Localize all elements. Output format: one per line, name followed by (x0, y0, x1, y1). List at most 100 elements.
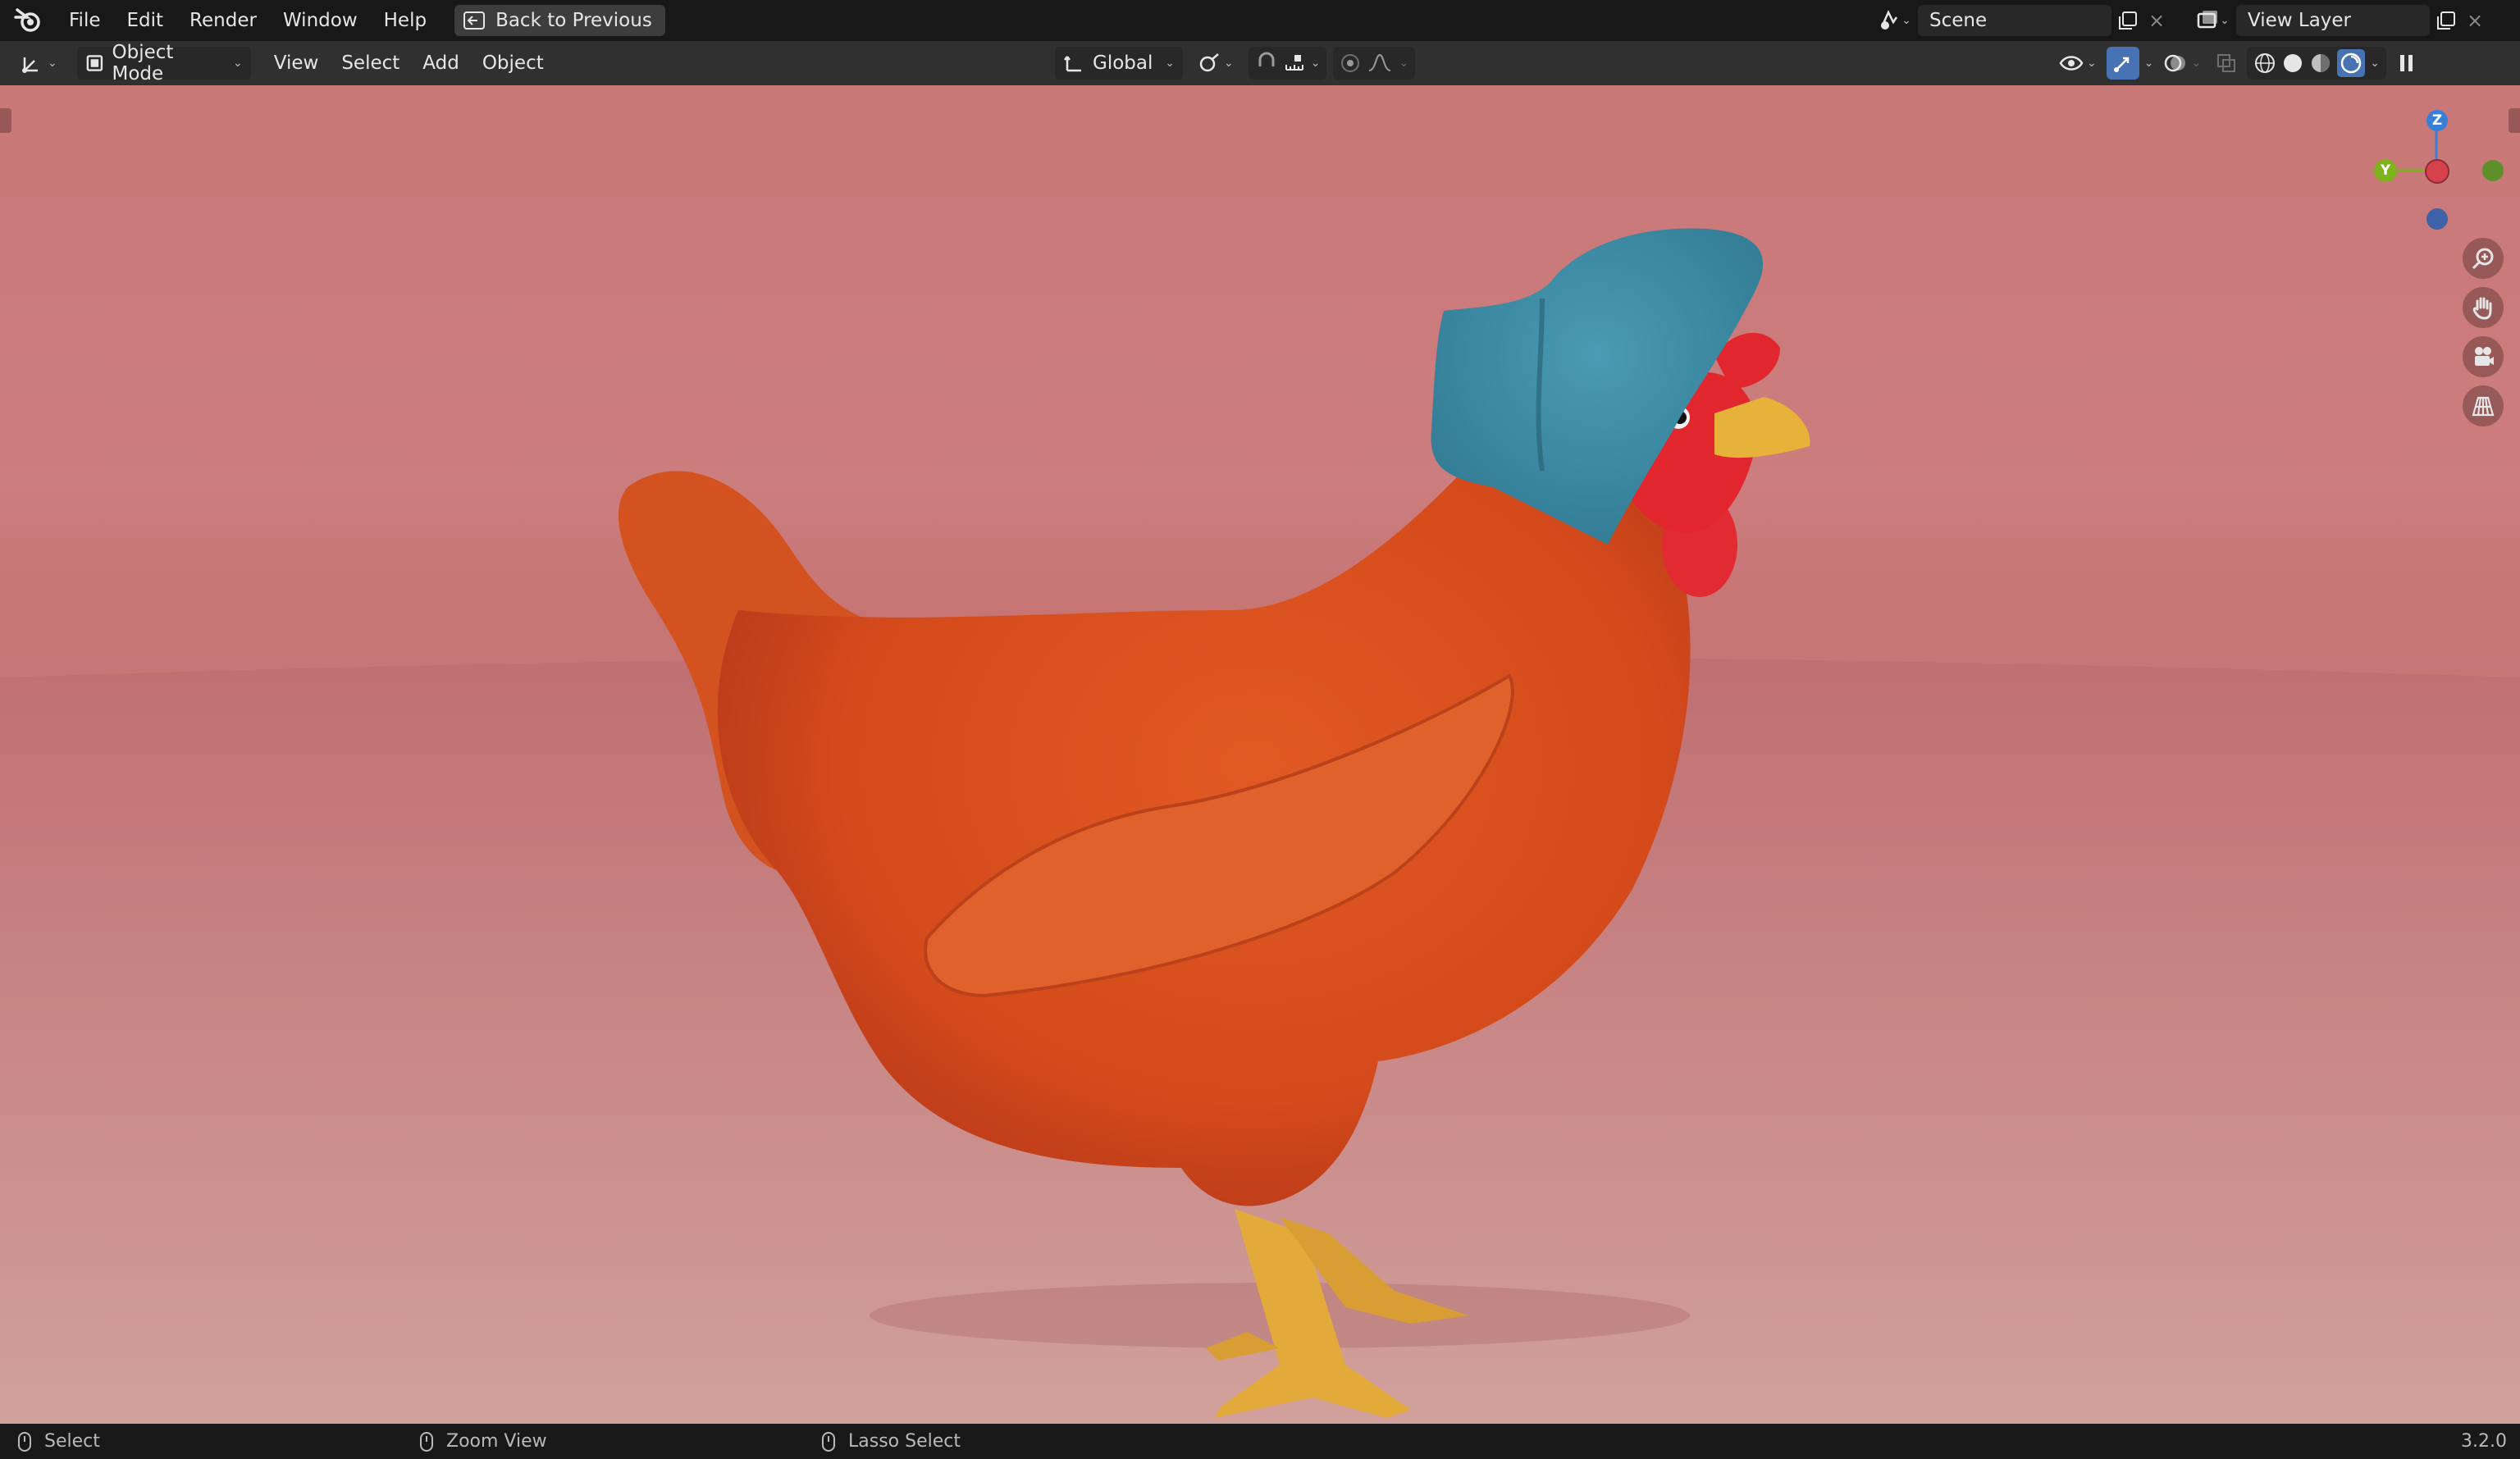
rendered-scene (0, 228, 2520, 1424)
eye-icon (2059, 56, 2084, 71)
gizmo-icon (2113, 57, 2129, 72)
menu-select[interactable]: Select (330, 41, 411, 85)
view-layer-name: View Layer (2248, 10, 2352, 31)
duplicate-icon (2437, 11, 2455, 30)
grid-perspective-icon (2472, 396, 2495, 417)
hand-icon (2472, 297, 2492, 320)
pan-view-button[interactable] (2463, 287, 2504, 328)
gizmo-neg-y-axis[interactable] (2482, 160, 2504, 181)
status-left-click: Select (18, 1424, 100, 1459)
camera-view-button[interactable] (2463, 336, 2504, 377)
new-view-layer-button[interactable] (2430, 5, 2463, 36)
menu-window[interactable]: Window (270, 0, 371, 41)
falloff-curve-icon[interactable] (1367, 52, 1392, 74)
camera-icon (2475, 347, 2494, 366)
menu-help[interactable]: Help (371, 0, 440, 41)
proportional-editing-icon[interactable] (1340, 52, 1361, 74)
orientation-icon (1064, 56, 1081, 72)
sidebar-expand-arrow-icon[interactable] (2509, 108, 2520, 133)
editor-type-button[interactable]: ⌄ (11, 47, 66, 80)
menu-edit[interactable]: Edit (114, 0, 177, 41)
chevron-down-icon: ⌄ (48, 57, 57, 70)
view-layer-browse-button[interactable]: ⌄ (2189, 5, 2236, 36)
duplicate-icon (2119, 11, 2137, 30)
close-icon: × (2148, 9, 2166, 32)
menu-file[interactable]: File (56, 0, 114, 41)
status-middle-click: Zoom View (420, 1424, 547, 1459)
snap-magnet-icon[interactable] (1255, 52, 1278, 75)
delete-view-layer-button[interactable]: × (2463, 5, 2487, 36)
pause-render-button[interactable] (2391, 47, 2422, 80)
axes-editor-icon (22, 57, 38, 73)
overlays-button[interactable]: ⌄ (2158, 47, 2206, 80)
gizmo-y-axis[interactable]: Y (2374, 159, 2397, 182)
gizmo-x-axis[interactable] (2425, 159, 2449, 184)
orientation-label: Global (1093, 52, 1153, 74)
snap-increment-icon[interactable] (1283, 52, 1306, 75)
scene-selector: ⌄ Scene × (1870, 5, 2169, 36)
chevron-down-icon: ⌄ (1224, 57, 1234, 70)
viewport-display-controls: ⌄ ⌄ ⌄ ⌄ (2054, 47, 2422, 80)
status-left-click-label: Select (44, 1431, 100, 1452)
status-right-click-label: Lasso Select (848, 1431, 961, 1452)
visibility-dropdown[interactable]: ⌄ (2054, 47, 2102, 80)
3d-viewport[interactable]: Z Y (0, 85, 2520, 1424)
status-right-click: Lasso Select (822, 1424, 961, 1459)
xray-toggle-button[interactable] (2211, 47, 2242, 80)
perspective-toggle-button[interactable] (2463, 385, 2504, 426)
pause-icon (2399, 55, 2413, 71)
menu-view[interactable]: View (262, 41, 331, 85)
delete-scene-button[interactable]: × (2144, 5, 2169, 36)
material-preview-icon[interactable] (2309, 52, 2332, 75)
gizmo-neg-z-axis[interactable] (2426, 208, 2448, 230)
rendered-shading-icon (2340, 52, 2362, 74)
chevron-down-icon[interactable]: ⌄ (1311, 57, 1321, 70)
status-middle-click-label: Zoom View (446, 1431, 547, 1452)
status-bar: Select Zoom View Lasso Select 3.2.0 (0, 1424, 2520, 1459)
rendered-shading-button[interactable] (2337, 49, 2366, 77)
scene-browse-button[interactable]: ⌄ (1870, 5, 1918, 36)
navigation-gizmo[interactable]: Z Y (2371, 102, 2504, 230)
transform-orientation-dropdown[interactable]: Global ⌄ (1055, 47, 1183, 80)
mouse-right-icon (822, 1431, 835, 1452)
mode-selector[interactable]: Object Mode ⌄ (76, 42, 251, 84)
zoom-icon (2472, 248, 2494, 270)
wireframe-shading-icon[interactable] (2253, 52, 2276, 75)
mouse-middle-icon (420, 1431, 433, 1452)
back-to-previous-button[interactable]: Back to Previous (454, 5, 665, 36)
scene-name-field[interactable]: Scene (1918, 5, 2111, 36)
pivot-icon (1199, 53, 1219, 72)
pivot-point-dropdown[interactable]: ⌄ (1189, 47, 1242, 80)
gizmo-dropdown-chevron-icon[interactable]: ⌄ (2144, 57, 2154, 70)
blender-logo-icon[interactable] (0, 0, 56, 41)
scene-icon (1880, 10, 1898, 30)
solid-shading-icon[interactable] (2281, 52, 2304, 75)
new-scene-button[interactable] (2111, 5, 2144, 36)
chevron-down-icon: ⌄ (1165, 57, 1175, 70)
chevron-down-icon[interactable]: ⌄ (1399, 57, 1408, 70)
chevron-down-icon: ⌄ (233, 57, 243, 70)
toolbar-expand-arrow-icon[interactable] (0, 108, 11, 133)
chevron-down-icon: ⌄ (2087, 57, 2097, 70)
top-bar: File Edit Render Window Help Back to Pre… (0, 0, 2520, 41)
view-layer-name-field[interactable]: View Layer (2236, 5, 2430, 36)
gizmo-toggle-button[interactable] (2106, 47, 2139, 80)
back-button-label: Back to Previous (495, 10, 652, 31)
viewport-header: ⌄ Object Mode ⌄ View Select Add Object G… (0, 41, 2520, 85)
mouse-left-icon (18, 1431, 31, 1452)
chevron-down-icon: ⌄ (2220, 14, 2230, 27)
gizmo-z-axis[interactable]: Z (2426, 110, 2448, 131)
object-mode-icon (86, 55, 103, 71)
menu-object[interactable]: Object (471, 41, 555, 85)
menu-render[interactable]: Render (176, 0, 270, 41)
close-icon: × (2466, 9, 2484, 32)
menu-add[interactable]: Add (411, 41, 471, 85)
zoom-view-button[interactable] (2463, 238, 2504, 279)
chevron-down-icon[interactable]: ⌄ (2370, 57, 2380, 70)
chevron-down-icon: ⌄ (2191, 57, 2202, 70)
scene-name: Scene (1929, 10, 1988, 31)
xray-icon (2217, 54, 2236, 72)
shading-mode-group: ⌄ (2247, 47, 2386, 80)
transform-controls: Global ⌄ ⌄ ⌄ ⌄ (1055, 47, 1416, 80)
view-layer-icon (2197, 11, 2218, 29)
